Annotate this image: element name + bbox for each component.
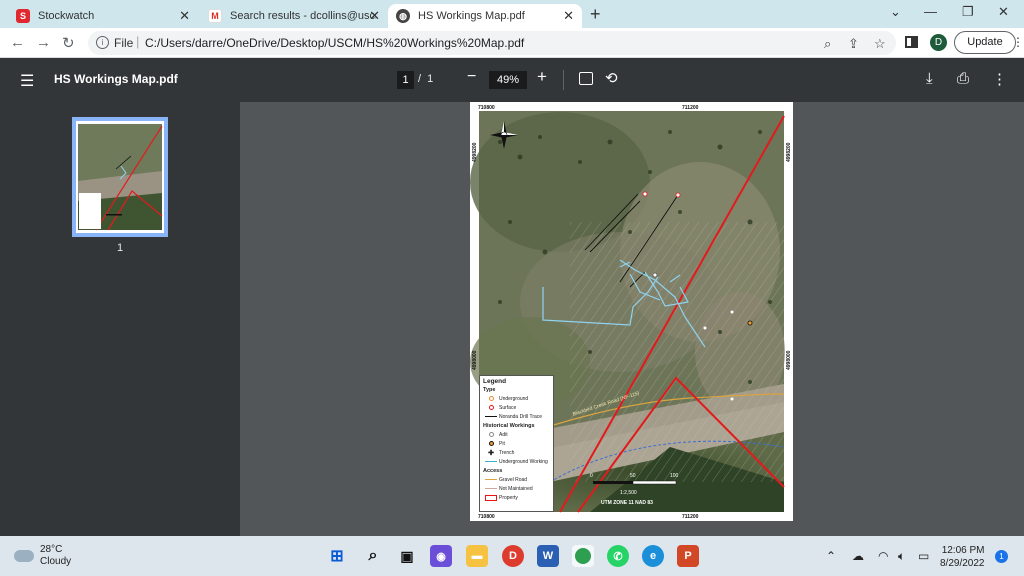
search-icon[interactable]: ⌕ xyxy=(362,545,384,567)
back-button[interactable]: ← xyxy=(10,34,25,51)
new-tab-button[interactable]: + xyxy=(590,4,601,25)
tab-search-icon[interactable]: ⌄ xyxy=(890,4,901,20)
gmail-icon: M xyxy=(208,9,222,23)
notification-badge[interactable]: 1 xyxy=(995,550,1008,563)
bookmark-star-icon[interactable]: ☆ xyxy=(874,36,886,52)
legend-item: Property xyxy=(483,493,550,502)
zoom-out-button[interactable]: − xyxy=(467,68,476,86)
coord-left-lower: 4998000 xyxy=(472,350,478,370)
thumbnail-map-image xyxy=(76,121,164,233)
legend-item: Not Maintained xyxy=(483,484,550,493)
print-icon[interactable]: ⎙ xyxy=(957,70,969,87)
page-number-input[interactable]: 1 xyxy=(397,71,414,89)
task-view-icon[interactable]: ▣ xyxy=(396,545,418,567)
coord-right-lower: 4998000 xyxy=(786,350,792,370)
info-icon[interactable]: i xyxy=(96,36,109,49)
coord-bottom-left: 710800 xyxy=(478,514,495,520)
tab-strip: S Stockwatch ✕ M Search results - dcolli… xyxy=(0,0,1024,28)
forward-button[interactable]: → xyxy=(36,34,51,51)
word-icon[interactable]: W xyxy=(537,545,559,567)
pdf-toolbar: ☰ HS Workings Map.pdf 1 / 1 − 49% + ⟲ ⤓ … xyxy=(0,58,1024,102)
coord-left-upper: 4998200 xyxy=(472,142,478,162)
legend-item: Gravel Road xyxy=(483,475,550,484)
tab-hs-workings-map[interactable]: ◍ HS Workings Map.pdf ✕ xyxy=(388,4,582,28)
scale-label-0: 0 xyxy=(590,473,593,479)
edge-icon[interactable]: e xyxy=(642,545,664,567)
legend-item: Pit xyxy=(483,439,550,448)
side-panel-icon[interactable] xyxy=(905,36,918,48)
reload-button[interactable]: ↻ xyxy=(62,34,75,52)
close-icon[interactable]: ✕ xyxy=(563,8,574,24)
thumbnail-pane: 1 xyxy=(0,102,240,536)
browser-menu-icon[interactable]: ⋮ xyxy=(1012,35,1024,49)
start-icon[interactable]: ⊞ xyxy=(326,545,348,567)
legend-item: Adit xyxy=(483,430,550,439)
tab-stockwatch[interactable]: S Stockwatch ✕ xyxy=(8,4,198,28)
scale-ratio: 1:2,500 xyxy=(620,490,637,496)
chevron-up-icon[interactable]: ⌃ xyxy=(826,549,836,563)
legend-item: Underground Working xyxy=(483,457,550,466)
weather-widget[interactable]: 28°C Cloudy xyxy=(14,544,71,568)
tab-gmail[interactable]: M Search results - dcollins@uscmc ✕ xyxy=(200,4,388,28)
page-thumbnail[interactable] xyxy=(72,117,168,237)
restore-button[interactable]: ❐ xyxy=(962,4,974,20)
zoom-icon[interactable]: ⌕ xyxy=(824,36,831,52)
system-clock[interactable]: 12:06 PM 8/29/2022 xyxy=(940,544,985,570)
address-bar[interactable]: i File | C:/Users/darre/OneDrive/Desktop… xyxy=(88,31,896,55)
rotate-icon[interactable]: ⟲ xyxy=(605,69,618,87)
close-icon[interactable]: ✕ xyxy=(369,8,380,24)
profile-avatar[interactable]: D xyxy=(930,34,947,51)
share-icon[interactable]: ⇪ xyxy=(848,36,859,52)
close-icon[interactable]: ✕ xyxy=(179,8,190,24)
scale-label-50: 50 xyxy=(630,473,636,479)
cloud-icon xyxy=(14,550,34,562)
windows-taskbar: 28°C Cloudy ⊞ ⌕ ▣ ◉ ▬ D W ✆ e P ⌃ ☁ ◠ 🔈︎… xyxy=(0,536,1024,576)
legend-item: Underground xyxy=(483,394,550,403)
browser-toolbar: ← → ↻ i File | C:/Users/darre/OneDrive/D… xyxy=(0,28,1024,58)
whatsapp-icon[interactable]: ✆ xyxy=(607,545,629,567)
chrome-profile-icon[interactable]: D xyxy=(502,545,524,567)
minimize-button[interactable]: — xyxy=(924,4,937,19)
teams-chat-icon[interactable]: ◉ xyxy=(430,545,452,567)
page-total: 1 xyxy=(427,73,434,85)
map-legend: Legend Type Underground Surface Noranda … xyxy=(479,375,554,512)
download-icon[interactable]: ⤓ xyxy=(926,70,933,87)
coord-right-upper: 4998200 xyxy=(786,142,792,162)
scale-label-100: 100 xyxy=(670,473,679,479)
onedrive-icon[interactable]: ☁ xyxy=(852,549,864,563)
document-title: HS Workings Map.pdf xyxy=(54,72,178,86)
legend-item: Surface xyxy=(483,403,550,412)
volume-icon[interactable]: 🔈︎ xyxy=(898,549,905,564)
zoom-in-button[interactable]: + xyxy=(537,67,547,87)
coord-top-right: 711200 xyxy=(682,105,699,111)
update-button[interactable]: Update xyxy=(954,31,1016,54)
file-explorer-icon[interactable]: ▬ xyxy=(466,545,488,567)
fit-to-page-icon[interactable] xyxy=(579,72,593,85)
hamburger-menu-icon[interactable]: ☰ xyxy=(20,71,34,91)
thumbnail-page-number: 1 xyxy=(116,242,124,254)
legend-item: ✚ Trench xyxy=(488,449,515,457)
legend-item: Noranda Drill Trace xyxy=(483,412,550,421)
coord-top-left: 710800 xyxy=(478,105,495,111)
coord-bottom-right: 711200 xyxy=(682,514,699,520)
powerpoint-icon[interactable]: P xyxy=(677,545,699,567)
wifi-icon[interactable]: ◠ xyxy=(878,549,888,563)
utm-label: UTM ZONE 11 NAD 83 xyxy=(601,500,653,506)
close-window-button[interactable]: ✕ xyxy=(998,4,1009,20)
more-options-icon[interactable]: ⋮ xyxy=(992,70,1007,88)
url-text[interactable]: C:/Users/darre/OneDrive/Desktop/USCM/HS%… xyxy=(145,36,524,50)
globe-icon: ◍ xyxy=(396,9,410,23)
battery-icon[interactable]: ▭ xyxy=(918,549,929,563)
zoom-level-input[interactable]: 49% xyxy=(489,71,527,89)
stockwatch-icon: S xyxy=(16,9,30,23)
chrome-active-icon[interactable] xyxy=(572,545,594,567)
